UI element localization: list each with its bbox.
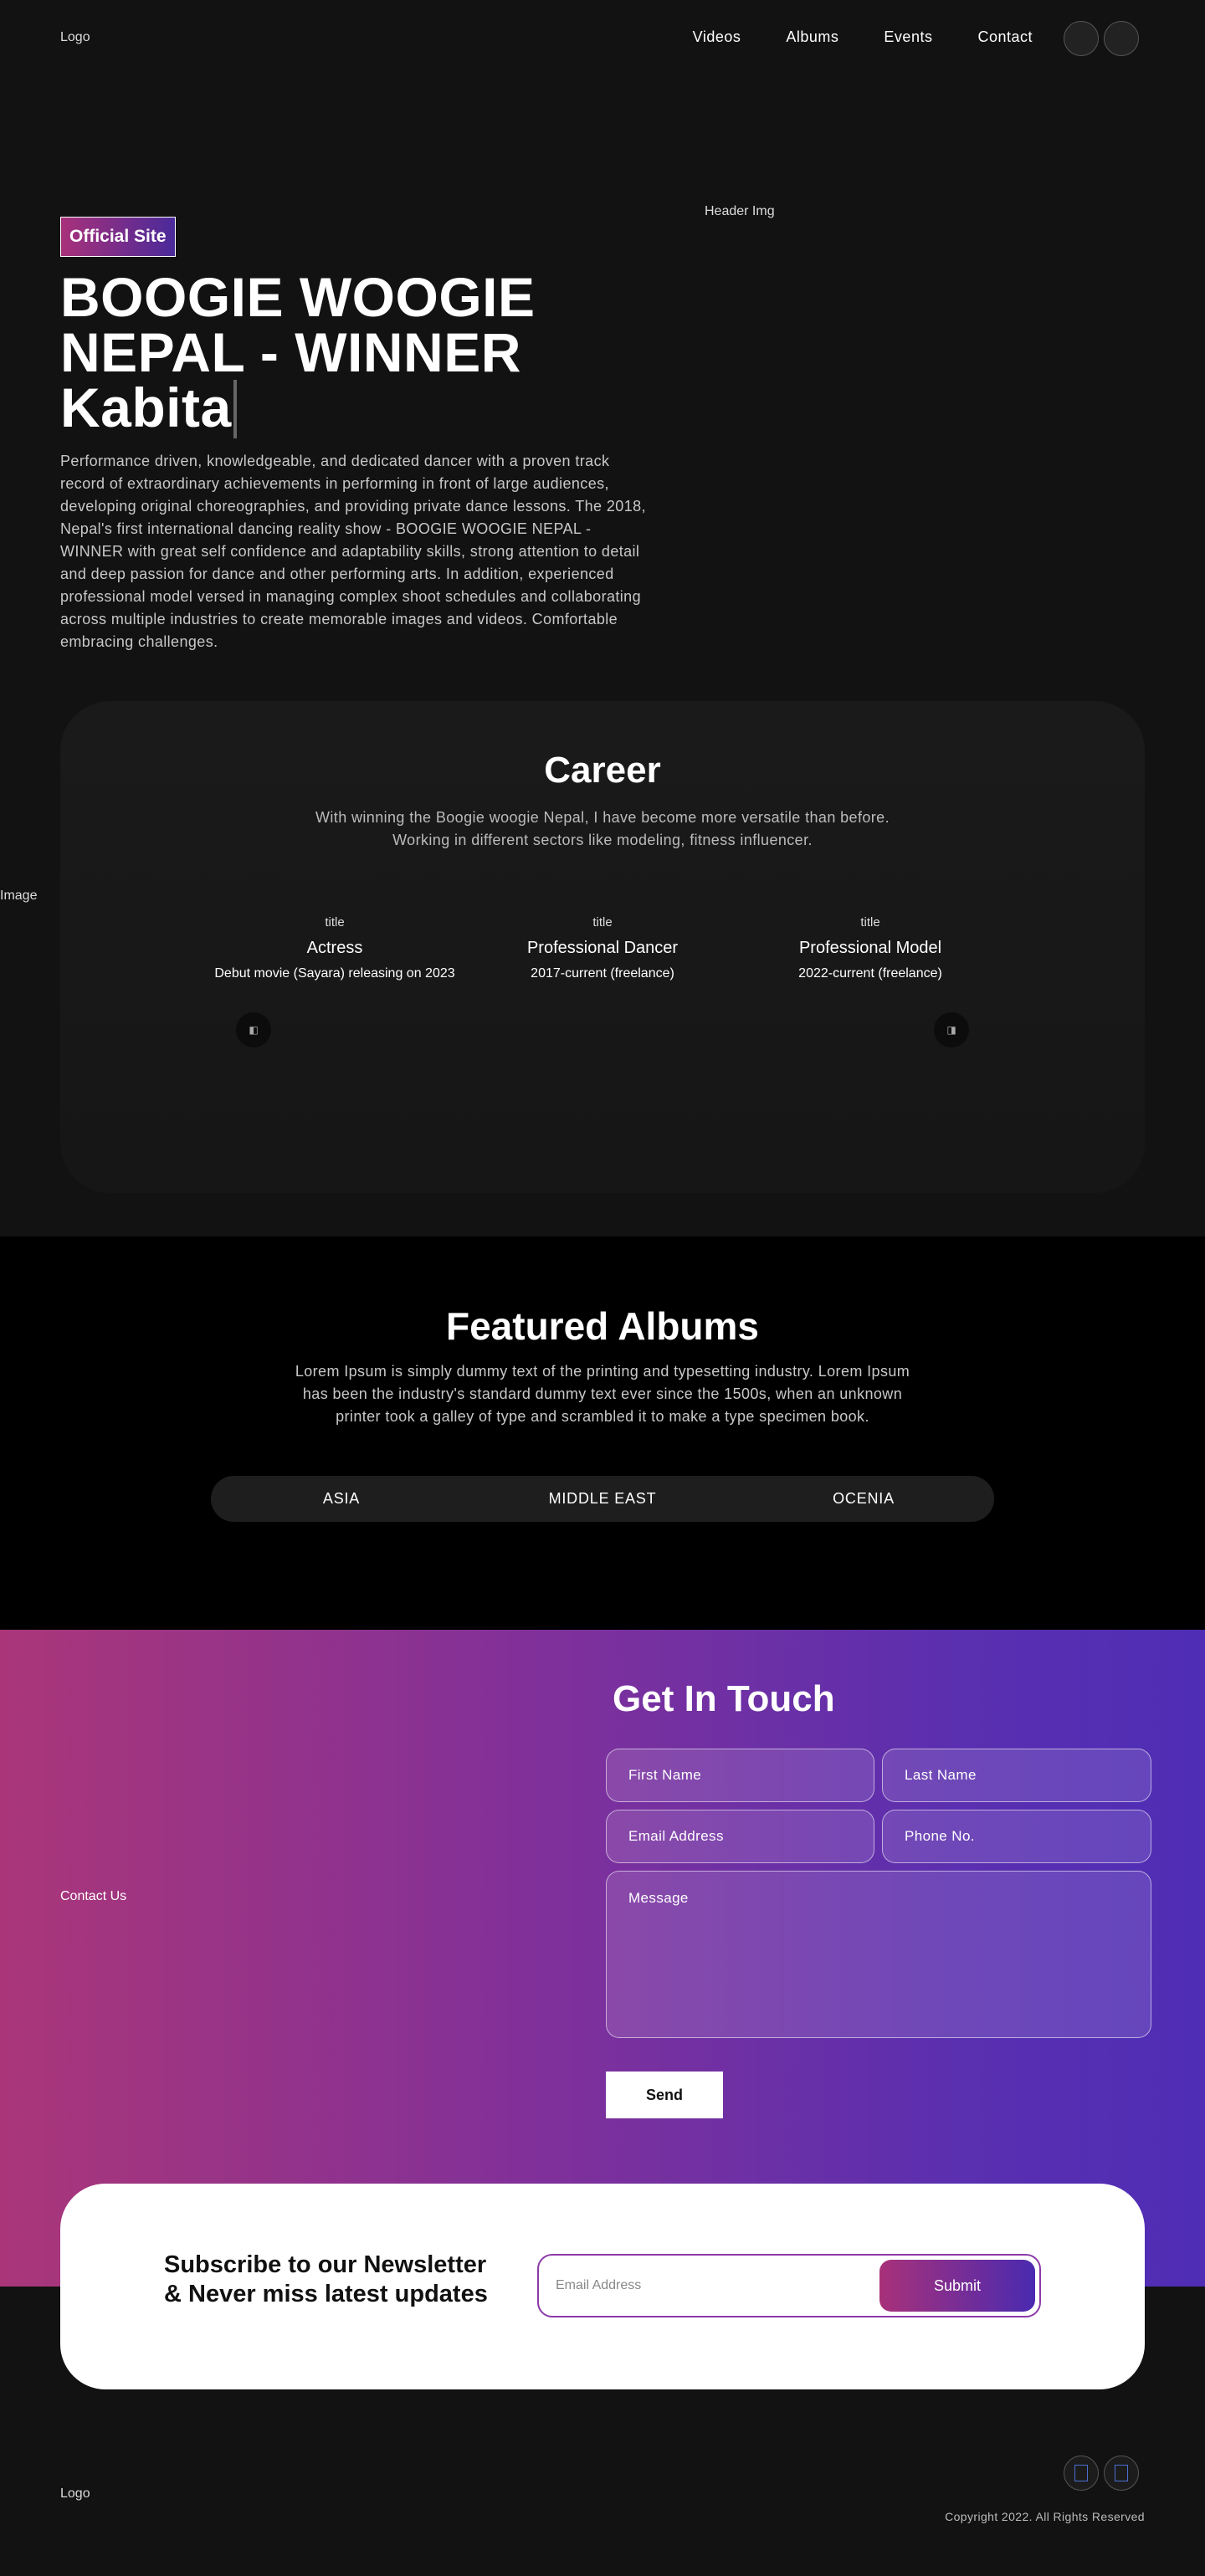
newsletter-card: Subscribe to our Newsletter & Never miss… — [60, 2184, 1145, 2389]
newsletter-title-line: & Never miss latest updates — [164, 2281, 488, 2307]
albums-subtitle: Lorem Ipsum is simply dummy text of the … — [295, 1363, 910, 1425]
career-item-title: Actress — [306, 939, 363, 957]
email-field[interactable]: Email Address — [606, 1810, 874, 1863]
chevron-left-icon: ◧ — [249, 1024, 259, 1036]
last-name-placeholder: Last Name — [905, 1767, 977, 1783]
email-placeholder: Email Address — [628, 1828, 724, 1844]
career-section: Career With winning the Boogie woogie Ne… — [60, 701, 1145, 1193]
tab-middle-east[interactable]: MIDDLE EAST — [472, 1476, 733, 1522]
newsletter-title-line: Subscribe to our Newsletter — [164, 2251, 487, 2278]
album-region-tabs: ASIA MIDDLE EAST OCENIA — [211, 1476, 994, 1522]
career-item-model: title Professional Model 2022-current (f… — [745, 915, 996, 981]
top-navigation: Logo Videos Albums Events Contact — [0, 0, 1205, 77]
nav-link-albums[interactable]: Albums — [786, 28, 838, 46]
copyright-text: Copyright 2022. All Rights Reserved — [945, 2510, 1145, 2523]
nav-link-events[interactable]: Events — [884, 28, 932, 46]
social-icon[interactable] — [1104, 21, 1139, 56]
career-item-detail: 2022-current (freelance) — [798, 966, 942, 981]
footer-logo[interactable]: Logo — [60, 2486, 90, 2502]
phone-placeholder: Phone No. — [905, 1828, 975, 1844]
tab-asia[interactable]: ASIA — [211, 1476, 472, 1522]
hero-title-line: NEPAL - WINNER — [60, 321, 521, 383]
send-button[interactable]: Send — [606, 2072, 723, 2118]
carousel-prev-button[interactable]: ◧ — [236, 1012, 271, 1047]
career-background-image: Image — [0, 889, 38, 903]
albums-title: Featured Albums — [445, 1304, 760, 1348]
newsletter-title: Subscribe to our Newsletter & Never miss… — [164, 2251, 488, 2309]
career-item-image: title — [860, 915, 880, 930]
hero-description: Performance driven, knowledgeable, and d… — [60, 453, 646, 650]
career-subtitle: With winning the Boogie woogie Nepal, I … — [315, 809, 890, 848]
chevron-right-icon: ◨ — [946, 1024, 956, 1036]
nav-link-videos[interactable]: Videos — [693, 28, 741, 46]
broken-image-icon — [1115, 2465, 1128, 2481]
career-item-title: Professional Model — [798, 939, 942, 957]
career-item-detail: 2017-current (freelance) — [531, 966, 674, 981]
hero-title-name: Kabita — [60, 376, 232, 438]
badge-label: Official Site — [69, 227, 167, 246]
featured-albums-section: Featured Albums Lorem Ipsum is simply du… — [0, 1237, 1205, 1630]
contact-title: Get In Touch — [613, 1678, 835, 1719]
newsletter-email-input[interactable]: Email Address — [556, 2278, 641, 2293]
typing-cursor — [233, 380, 237, 438]
nav-links: Videos Albums Events Contact — [648, 28, 1033, 46]
career-item-dancer: title Professional Dancer 2017-current (… — [477, 915, 728, 981]
message-field[interactable]: Message — [606, 1871, 1151, 2038]
first-name-field[interactable]: First Name — [606, 1749, 874, 1802]
first-name-placeholder: First Name — [628, 1767, 702, 1783]
career-item-actress: title Actress Debut movie (Sayara) relea… — [209, 915, 460, 981]
social-icon[interactable] — [1064, 2456, 1099, 2491]
newsletter-form: Email Address Submit — [537, 2254, 1041, 2317]
career-title: Career — [544, 750, 661, 791]
hero-title: BOOGIE WOOGIE NEPAL - WINNER Kabita — [60, 269, 646, 438]
contact-image: Contact Us — [60, 1889, 127, 1903]
header-image: Header Img — [705, 204, 775, 218]
tab-oceania[interactable]: OCENIA — [733, 1476, 994, 1522]
broken-image-icon — [1074, 2465, 1088, 2481]
nav-social-icons — [1064, 21, 1139, 56]
career-item-image: title — [325, 915, 345, 930]
official-site-badge: Official Site — [60, 217, 176, 257]
nav-link-contact[interactable]: Contact — [977, 28, 1033, 46]
social-icon[interactable] — [1104, 2456, 1139, 2491]
career-item-image: title — [592, 915, 613, 930]
phone-field[interactable]: Phone No. — [882, 1810, 1151, 1863]
career-item-detail: Debut movie (Sayara) releasing on 2023 — [214, 966, 455, 981]
last-name-field[interactable]: Last Name — [882, 1749, 1151, 1802]
newsletter-submit-button[interactable]: Submit — [879, 2260, 1035, 2312]
carousel-next-button[interactable]: ◨ — [934, 1012, 969, 1047]
footer-social-icons — [1064, 2456, 1139, 2491]
message-placeholder: Message — [628, 1890, 689, 1906]
hero-title-line: BOOGIE WOOGIE — [60, 266, 536, 328]
social-icon[interactable] — [1064, 21, 1099, 56]
career-item-title: Professional Dancer — [526, 939, 679, 957]
logo[interactable]: Logo — [60, 30, 90, 45]
